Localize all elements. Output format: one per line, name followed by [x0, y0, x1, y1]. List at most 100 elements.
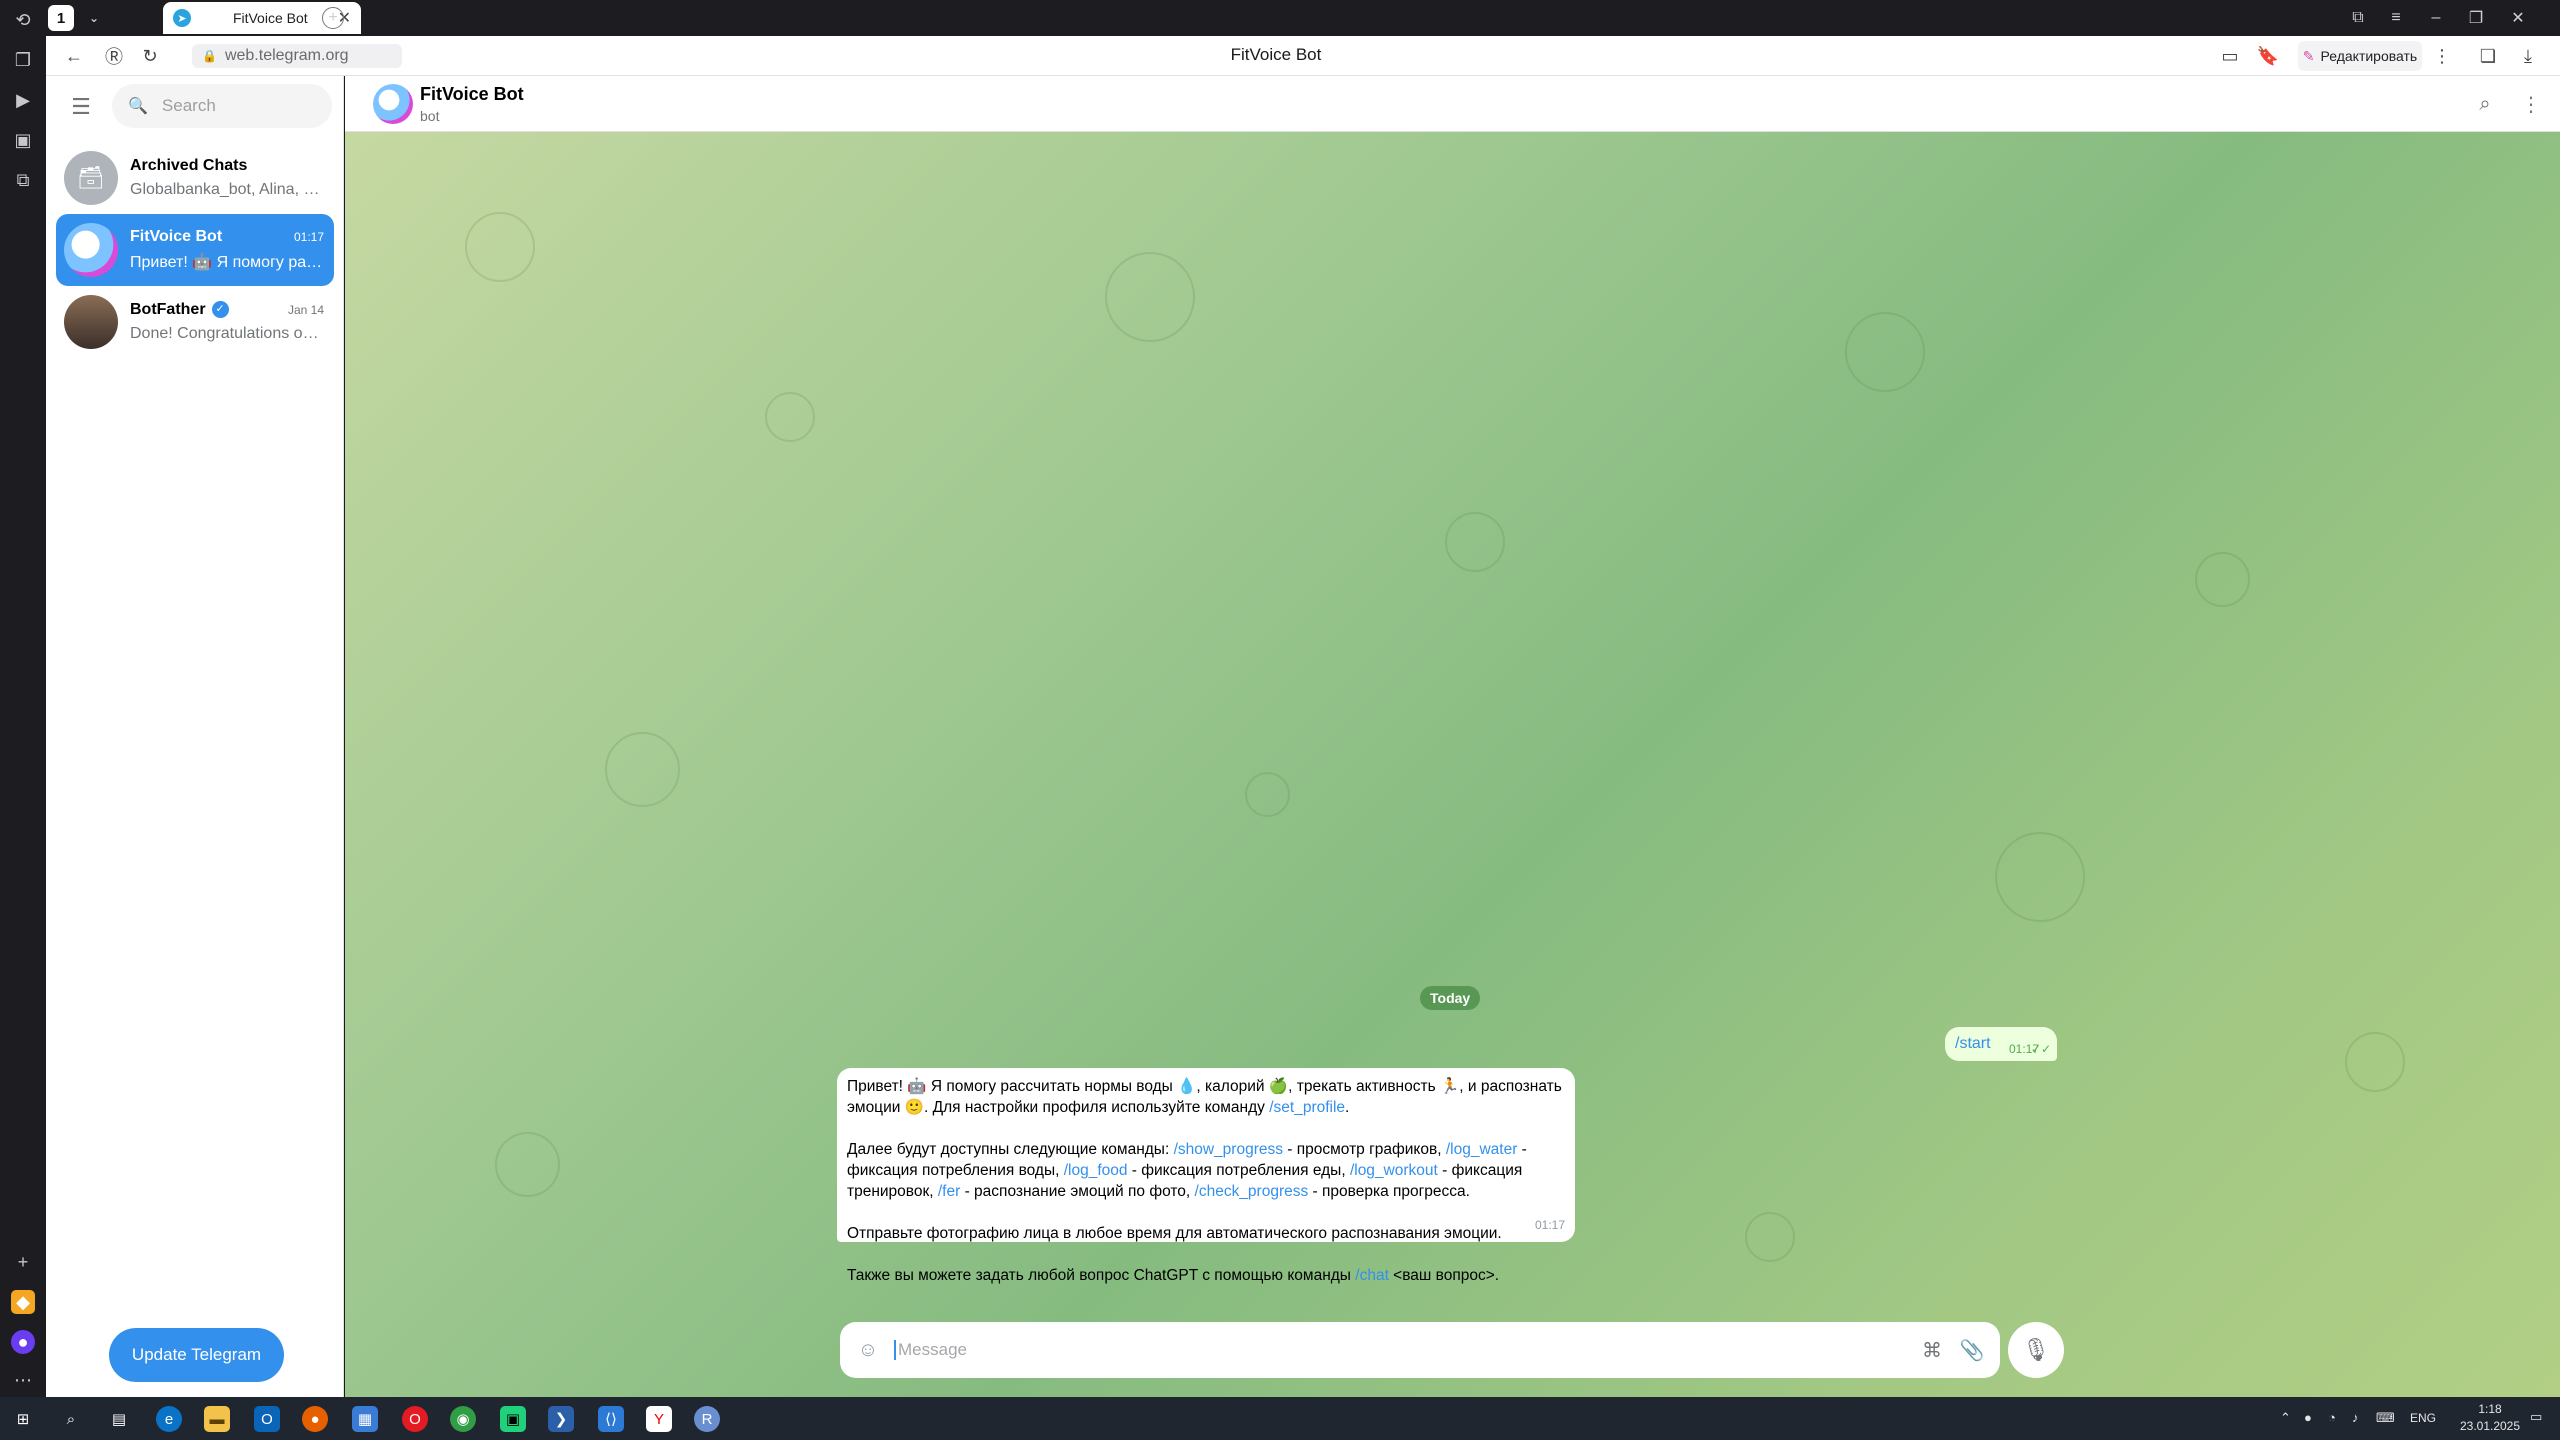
page-title: FitVoice Bot [1230, 45, 1322, 64]
file-explorer-icon[interactable]: ▬ [204, 1406, 230, 1432]
chrome-icon[interactable]: ◉ [450, 1406, 476, 1432]
message-paragraph: Отправьте фотографию лица в любое время … [847, 1225, 1502, 1242]
command-link[interactable]: /show_progress [1174, 1141, 1283, 1158]
volume-icon[interactable]: ♪ [2352, 1410, 2359, 1425]
tab-label: FitVoice Bot [232, 10, 308, 26]
language-indicator[interactable]: ENG [2410, 1411, 2436, 1425]
chat-header[interactable]: FitVoice Bot bot ⌕ ⋮ [345, 76, 2560, 132]
tab-bar: 1 ⌄ ➤ FitVoice Bot ✕ + ⧉ ≡ – ❐ ✕ [46, 0, 2560, 36]
update-telegram-button[interactable]: Update Telegram [109, 1328, 284, 1382]
screenshot-icon[interactable]: ⧉ [11, 168, 35, 192]
tab-counter[interactable]: 1 [48, 5, 74, 31]
read-check-icon: ✓✓ [2030, 1042, 2051, 1056]
clock-date[interactable]: 23.01.2025 [2440, 1419, 2540, 1433]
date-badge: Today [1420, 986, 1481, 1010]
chat-name: Archived Chats [130, 157, 248, 174]
edit-label: Редактировать [2320, 48, 2418, 64]
chat-item-botfather[interactable]: BotFather ✓ Jan 14 Done! Congratulations … [56, 286, 334, 358]
minimize-button[interactable]: – [2424, 6, 2448, 30]
add-icon[interactable]: + [11, 1250, 35, 1274]
avatar[interactable] [373, 84, 413, 124]
app-icon[interactable]: ▦ [352, 1406, 378, 1432]
pen-icon: ✎ [2302, 47, 2315, 64]
windows-start-icon[interactable]: ⊞ [10, 1406, 36, 1432]
app-r-icon[interactable]: R [694, 1406, 720, 1432]
lock-icon: 🔒 [202, 49, 217, 63]
search-icon[interactable]: ⌕ [2471, 90, 2499, 118]
command-link[interactable]: /check_progress [1195, 1183, 1309, 1200]
close-window-button[interactable]: ✕ [2506, 6, 2530, 30]
tray-chevron-icon[interactable]: ⌃ [2280, 1410, 2291, 1426]
reload-button[interactable]: ↻ [138, 44, 162, 68]
play-icon[interactable]: ▶ [11, 88, 35, 112]
tabs-icon[interactable]: ⧉ [2346, 6, 2370, 30]
more-icon[interactable]: ⋯ [11, 1368, 35, 1392]
archive-icon: 🗃 [64, 151, 118, 205]
collections-button-icon[interactable]: ❏ [2476, 44, 2500, 68]
avatar [64, 295, 118, 349]
address-bar: ← Ⓡ ↻ 🔒 web.telegram.org FitVoice Bot ▭ … [46, 36, 2560, 76]
command-link[interactable]: /chat [1355, 1267, 1389, 1284]
outgoing-message[interactable]: /start 01:17 ✓✓ [1945, 1027, 2057, 1061]
chat-preview: Globalbanka_bot, Alina, V... [130, 181, 326, 198]
avatar [64, 223, 118, 277]
chat-item-archived[interactable]: 🗃 Archived Chats Globalbanka_bot, Alina,… [56, 142, 334, 214]
mic-tray-icon[interactable]: ● [2304, 1410, 2312, 1425]
incoming-message[interactable]: Привет! 🤖 Я помогу рассчитать нормы воды… [837, 1068, 1575, 1284]
history-icon[interactable]: ⟲ [11, 8, 35, 32]
command-link[interactable]: /set_profile [1269, 1099, 1345, 1116]
chat-name: BotFather [130, 301, 206, 318]
bookmark-icon[interactable]: 🔖 [2256, 44, 2280, 68]
command-link[interactable]: /log_water [1446, 1141, 1518, 1158]
message-paragraph: Также вы можете задать любой вопрос Chat… [847, 1267, 1500, 1284]
message-paragraph: Привет! 🤖 Я помогу рассчитать нормы воды… [847, 1078, 1562, 1116]
chat-title: FitVoice Bot [420, 84, 524, 104]
more-options-icon[interactable]: ⋮ [2430, 44, 2454, 68]
edit-button[interactable]: ✎ Редактировать [2298, 41, 2422, 71]
download-icon[interactable]: ⤓ [2516, 44, 2540, 68]
clock-time[interactable]: 1:18 [2460, 1402, 2520, 1416]
microphone-button[interactable]: 🎙 [2008, 1322, 2064, 1378]
yandex-browser-icon[interactable]: Y [646, 1406, 672, 1432]
outlook-icon[interactable]: O [254, 1406, 280, 1432]
url-text: web.telegram.org [224, 47, 349, 64]
app-icon[interactable]: ◆ [11, 1290, 35, 1314]
command-link[interactable]: /log_food [1064, 1162, 1128, 1179]
protect-icon[interactable]: Ⓡ [102, 44, 126, 68]
verified-icon: ✓ [211, 301, 229, 319]
collections-icon[interactable]: ❐ [11, 48, 35, 72]
pycharm-icon[interactable]: ▣ [500, 1406, 526, 1432]
attach-icon[interactable]: 📎 [1960, 1338, 1985, 1362]
search-icon[interactable]: ⌕ [58, 1406, 84, 1432]
task-view-icon[interactable]: ▤ [106, 1406, 132, 1432]
bot-commands-icon[interactable]: ⌘ [1920, 1338, 1944, 1362]
message-text[interactable]: /start [1955, 1035, 1991, 1053]
comment-icon[interactable]: ▭ [2218, 44, 2242, 68]
emoji-icon[interactable]: ☺ [856, 1338, 880, 1362]
counter-icon[interactable]: ▣ [11, 128, 35, 152]
chat-subtitle: bot [420, 108, 440, 124]
new-tab-button[interactable]: + [322, 7, 344, 29]
notifications-icon[interactable]: ▭ [2530, 1409, 2542, 1425]
edge-icon[interactable]: e [156, 1406, 182, 1432]
network-icon[interactable]: ◔ [2328, 1410, 2336, 1425]
search-input[interactable]: 🔍 Search [112, 84, 332, 128]
restore-button[interactable]: ❐ [2464, 6, 2488, 30]
vscode-icon[interactable]: ⟨⟩ [598, 1406, 624, 1432]
firefox-icon[interactable]: ● [302, 1406, 328, 1432]
back-button[interactable]: ← [62, 44, 86, 68]
hamburger-menu-icon[interactable]: ☰ [66, 92, 96, 122]
alice-icon[interactable]: ● [11, 1330, 35, 1354]
chat-time: Jan 14 [287, 303, 324, 317]
powershell-icon[interactable]: ❯ [548, 1406, 574, 1432]
opera-icon[interactable]: O [402, 1406, 428, 1432]
chevron-down-icon[interactable]: ⌄ [81, 5, 107, 31]
command-link[interactable]: /fer [938, 1183, 960, 1200]
command-link[interactable]: /log_workout [1350, 1162, 1438, 1179]
url-field[interactable]: 🔒 web.telegram.org [192, 44, 402, 68]
chat-item-fitvoice-bot[interactable]: FitVoice Bot 01:17 Привет! 🤖 Я помогу ра… [56, 214, 334, 286]
menu-icon[interactable]: ≡ [2384, 6, 2408, 30]
more-vertical-icon[interactable]: ⋮ [2517, 90, 2545, 118]
message-input[interactable]: Message [894, 1340, 1920, 1360]
keyboard-icon[interactable]: ⌨ [2376, 1410, 2395, 1426]
